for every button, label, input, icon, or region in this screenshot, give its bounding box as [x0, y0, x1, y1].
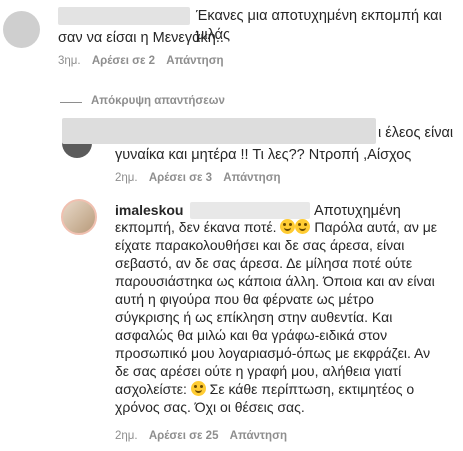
comment-text: γυναίκα και μητέρα !! Τι λες?? Ντροπή ,Α…	[115, 147, 412, 163]
comment-text-line: εκπομπή, δεν έκανα ποτέ. Παρόλα αυτά, αν…	[115, 219, 437, 236]
laughing-emoji-icon	[190, 381, 206, 396]
like-count[interactable]: Αρέσει σε 2	[92, 55, 155, 67]
comment-meta: 2ημ. Αρέσει σε 3 Απάντηση	[115, 172, 289, 184]
hide-replies-button[interactable]: Απόκρυψη απαντήσεων	[91, 95, 225, 107]
comment-text-line: ασχολείστε: Σε κάθε περίπτωση, εκτιμητέο…	[115, 381, 414, 398]
smiling-emoji-icon	[295, 219, 311, 234]
reply-button[interactable]: Απάντηση	[166, 55, 223, 67]
comment-time[interactable]: 3ημ.	[58, 55, 81, 67]
laughing-emoji-icon	[280, 219, 296, 234]
comment-text: παρουσιάστηκα ως κάποια άλλη. Όποια και …	[115, 273, 435, 289]
comment-text: Σε κάθε περίπτωση, εκτιμητέος ο	[209, 381, 415, 397]
comment-text: αυτή η φιγούρα που θα φέρνατε ως μέτρο	[115, 291, 374, 307]
avatar[interactable]	[3, 11, 40, 48]
comment-text: ασφαλώς θα μιλώ και θα γράφω-ειδικά στον	[115, 327, 388, 343]
comment-time[interactable]: 2ημ.	[115, 430, 138, 442]
comment-text: ασχολείστε:	[115, 381, 187, 397]
divider	[60, 102, 82, 103]
like-count[interactable]: Αρέσει σε 25	[149, 430, 219, 442]
comment-text: Έκανες μια αποτυχημένη εκπομπή και μιλάς	[196, 8, 442, 43]
comment-text: σαν να είσαι η Μενεγάκη..	[58, 30, 224, 46]
reply-button[interactable]: Απάντηση	[230, 430, 287, 442]
comment-text: σύγκρισης ή ως επίκληση στην αυθεντία. Κ…	[115, 309, 393, 325]
redacted-username	[58, 7, 190, 25]
comment-meta: 2ημ. Αρέσει σε 25 Απάντηση	[115, 430, 295, 442]
redacted-text	[62, 118, 376, 144]
comment-text: χρόνος σας. Όχι οι θέσεις σας.	[115, 399, 305, 415]
comment-time[interactable]: 2ημ.	[115, 172, 138, 184]
reply-button[interactable]: Απάντηση	[223, 172, 280, 184]
redacted-mention	[190, 202, 310, 219]
comment-text: Παρόλα αυτά, αν με	[314, 219, 438, 235]
comment-meta: 3ημ. Αρέσει σε 2 Απάντηση	[58, 55, 232, 67]
avatar[interactable]	[61, 199, 97, 235]
comment-text: προσωπικό μου λογαριασμό-όπως με εκφράζε…	[115, 345, 431, 361]
comment-text: σεβαστό, αν δε σας άρεσα. Δε μίλησα ποτέ…	[115, 255, 413, 271]
comment-text: είχατε παρακολουθήσει και δε σας άρεσα, …	[115, 237, 405, 253]
comment-text: δε σας αρέσει ούτε η γραφή μου, αλήθεια …	[115, 363, 402, 379]
like-count[interactable]: Αρέσει σε 3	[149, 172, 212, 184]
comment-username[interactable]: imaleskou	[115, 202, 183, 219]
comment-text: ι έλεος είναι	[378, 125, 454, 141]
comment-text: εκπομπή, δεν έκανα ποτέ.	[115, 219, 277, 235]
